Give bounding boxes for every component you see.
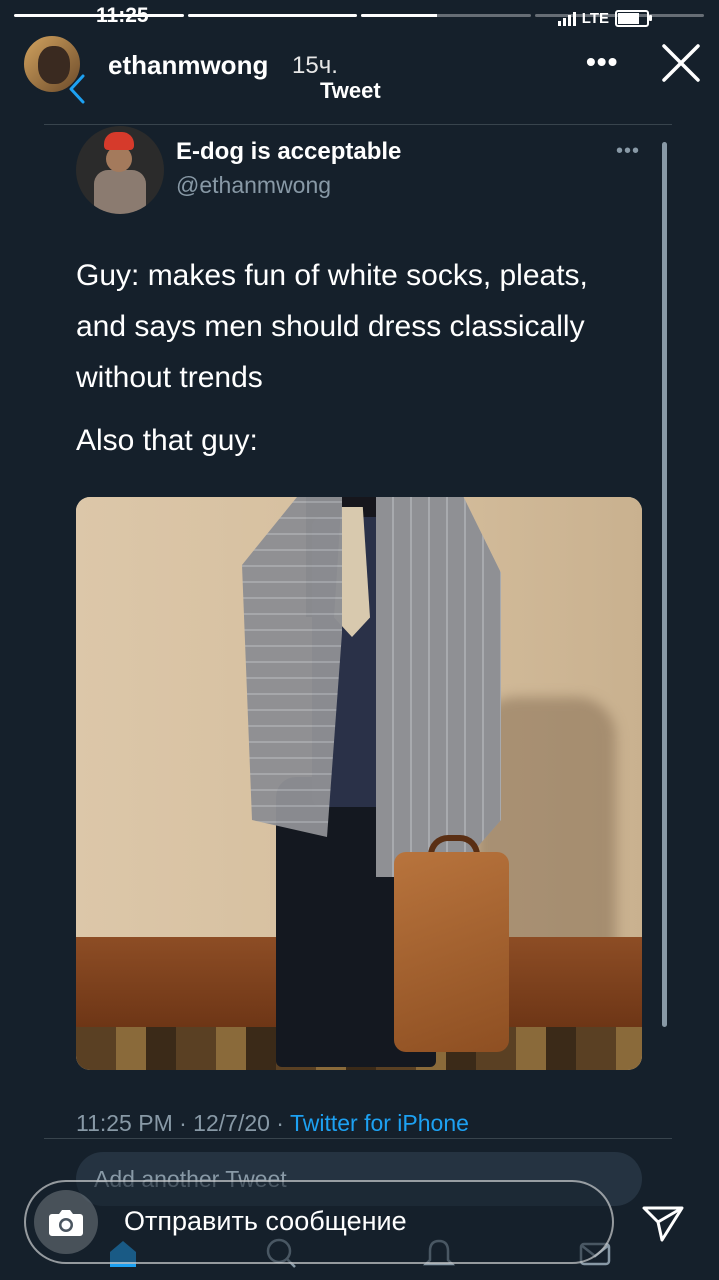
tweet-display-name[interactable]: E-dog is acceptable <box>176 138 401 166</box>
tweet-source-link[interactable]: Twitter for iPhone <box>290 1110 469 1136</box>
tweet-more-button[interactable]: ••• <box>616 140 640 163</box>
divider <box>44 1138 672 1139</box>
tweet-avatar[interactable] <box>76 126 164 214</box>
close-icon[interactable] <box>660 42 702 84</box>
send-icon[interactable] <box>640 1200 686 1246</box>
tweet-meta: 11:25 PM · 12/7/20 · Twitter for iPhone <box>76 1110 469 1137</box>
story-more-button[interactable]: ••• <box>586 46 618 78</box>
status-indicators: LTE <box>557 10 652 27</box>
back-chevron-icon[interactable] <box>66 72 88 106</box>
progress-fill <box>187 14 357 17</box>
tweet-timestamp: 11:25 PM · 12/7/20 · <box>76 1110 290 1136</box>
camera-icon <box>49 1210 83 1236</box>
tweet-text-line: Also that guy: <box>76 424 258 457</box>
scrollbar[interactable] <box>662 142 667 1027</box>
message-placeholder: Отправить сообщение <box>124 1206 407 1236</box>
battery-icon <box>615 10 652 27</box>
tweet-text: Guy: makes fun of white socks, pleats, a… <box>76 250 636 466</box>
network-label: LTE <box>581 10 609 27</box>
progress-fill <box>361 14 438 17</box>
tweet-photo[interactable] <box>76 497 642 1070</box>
camera-button[interactable] <box>34 1190 98 1254</box>
tweet-handle[interactable]: @ethanmwong <box>176 172 331 199</box>
story-time: 15ч. <box>292 52 338 79</box>
story-username[interactable]: ethanmwong <box>108 50 268 81</box>
screen-title: Tweet <box>320 78 381 103</box>
progress-segment <box>187 14 357 17</box>
divider <box>44 124 672 125</box>
battery-level <box>618 13 639 24</box>
status-time: 11:25 <box>96 4 149 27</box>
tweet-text-line: Guy: makes fun of white socks, pleats, a… <box>76 259 588 394</box>
signal-icon <box>557 11 576 26</box>
progress-segment <box>361 14 531 17</box>
